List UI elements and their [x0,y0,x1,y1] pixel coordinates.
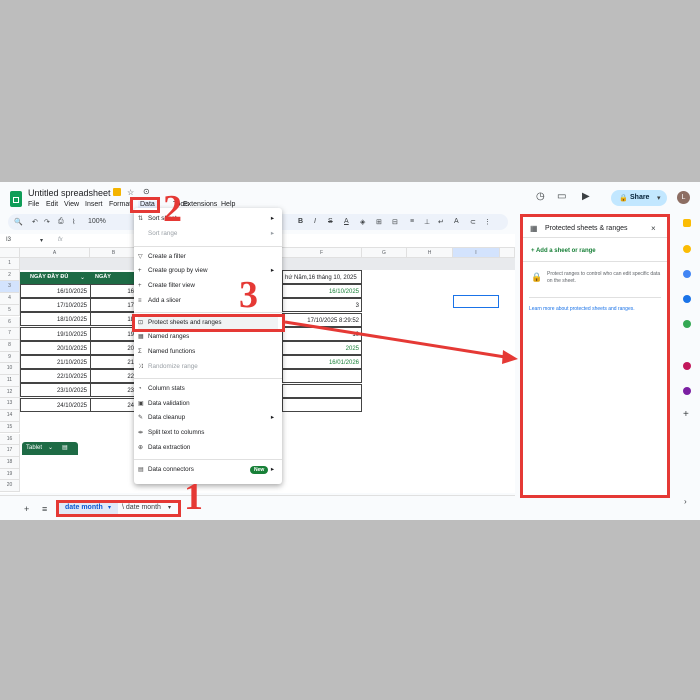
annotation-number-1: 1 [184,476,203,518]
annotation-number-3: 3 [239,274,258,316]
annotation-number-2: 2 [163,188,182,230]
annotation-arrow [284,320,518,364]
